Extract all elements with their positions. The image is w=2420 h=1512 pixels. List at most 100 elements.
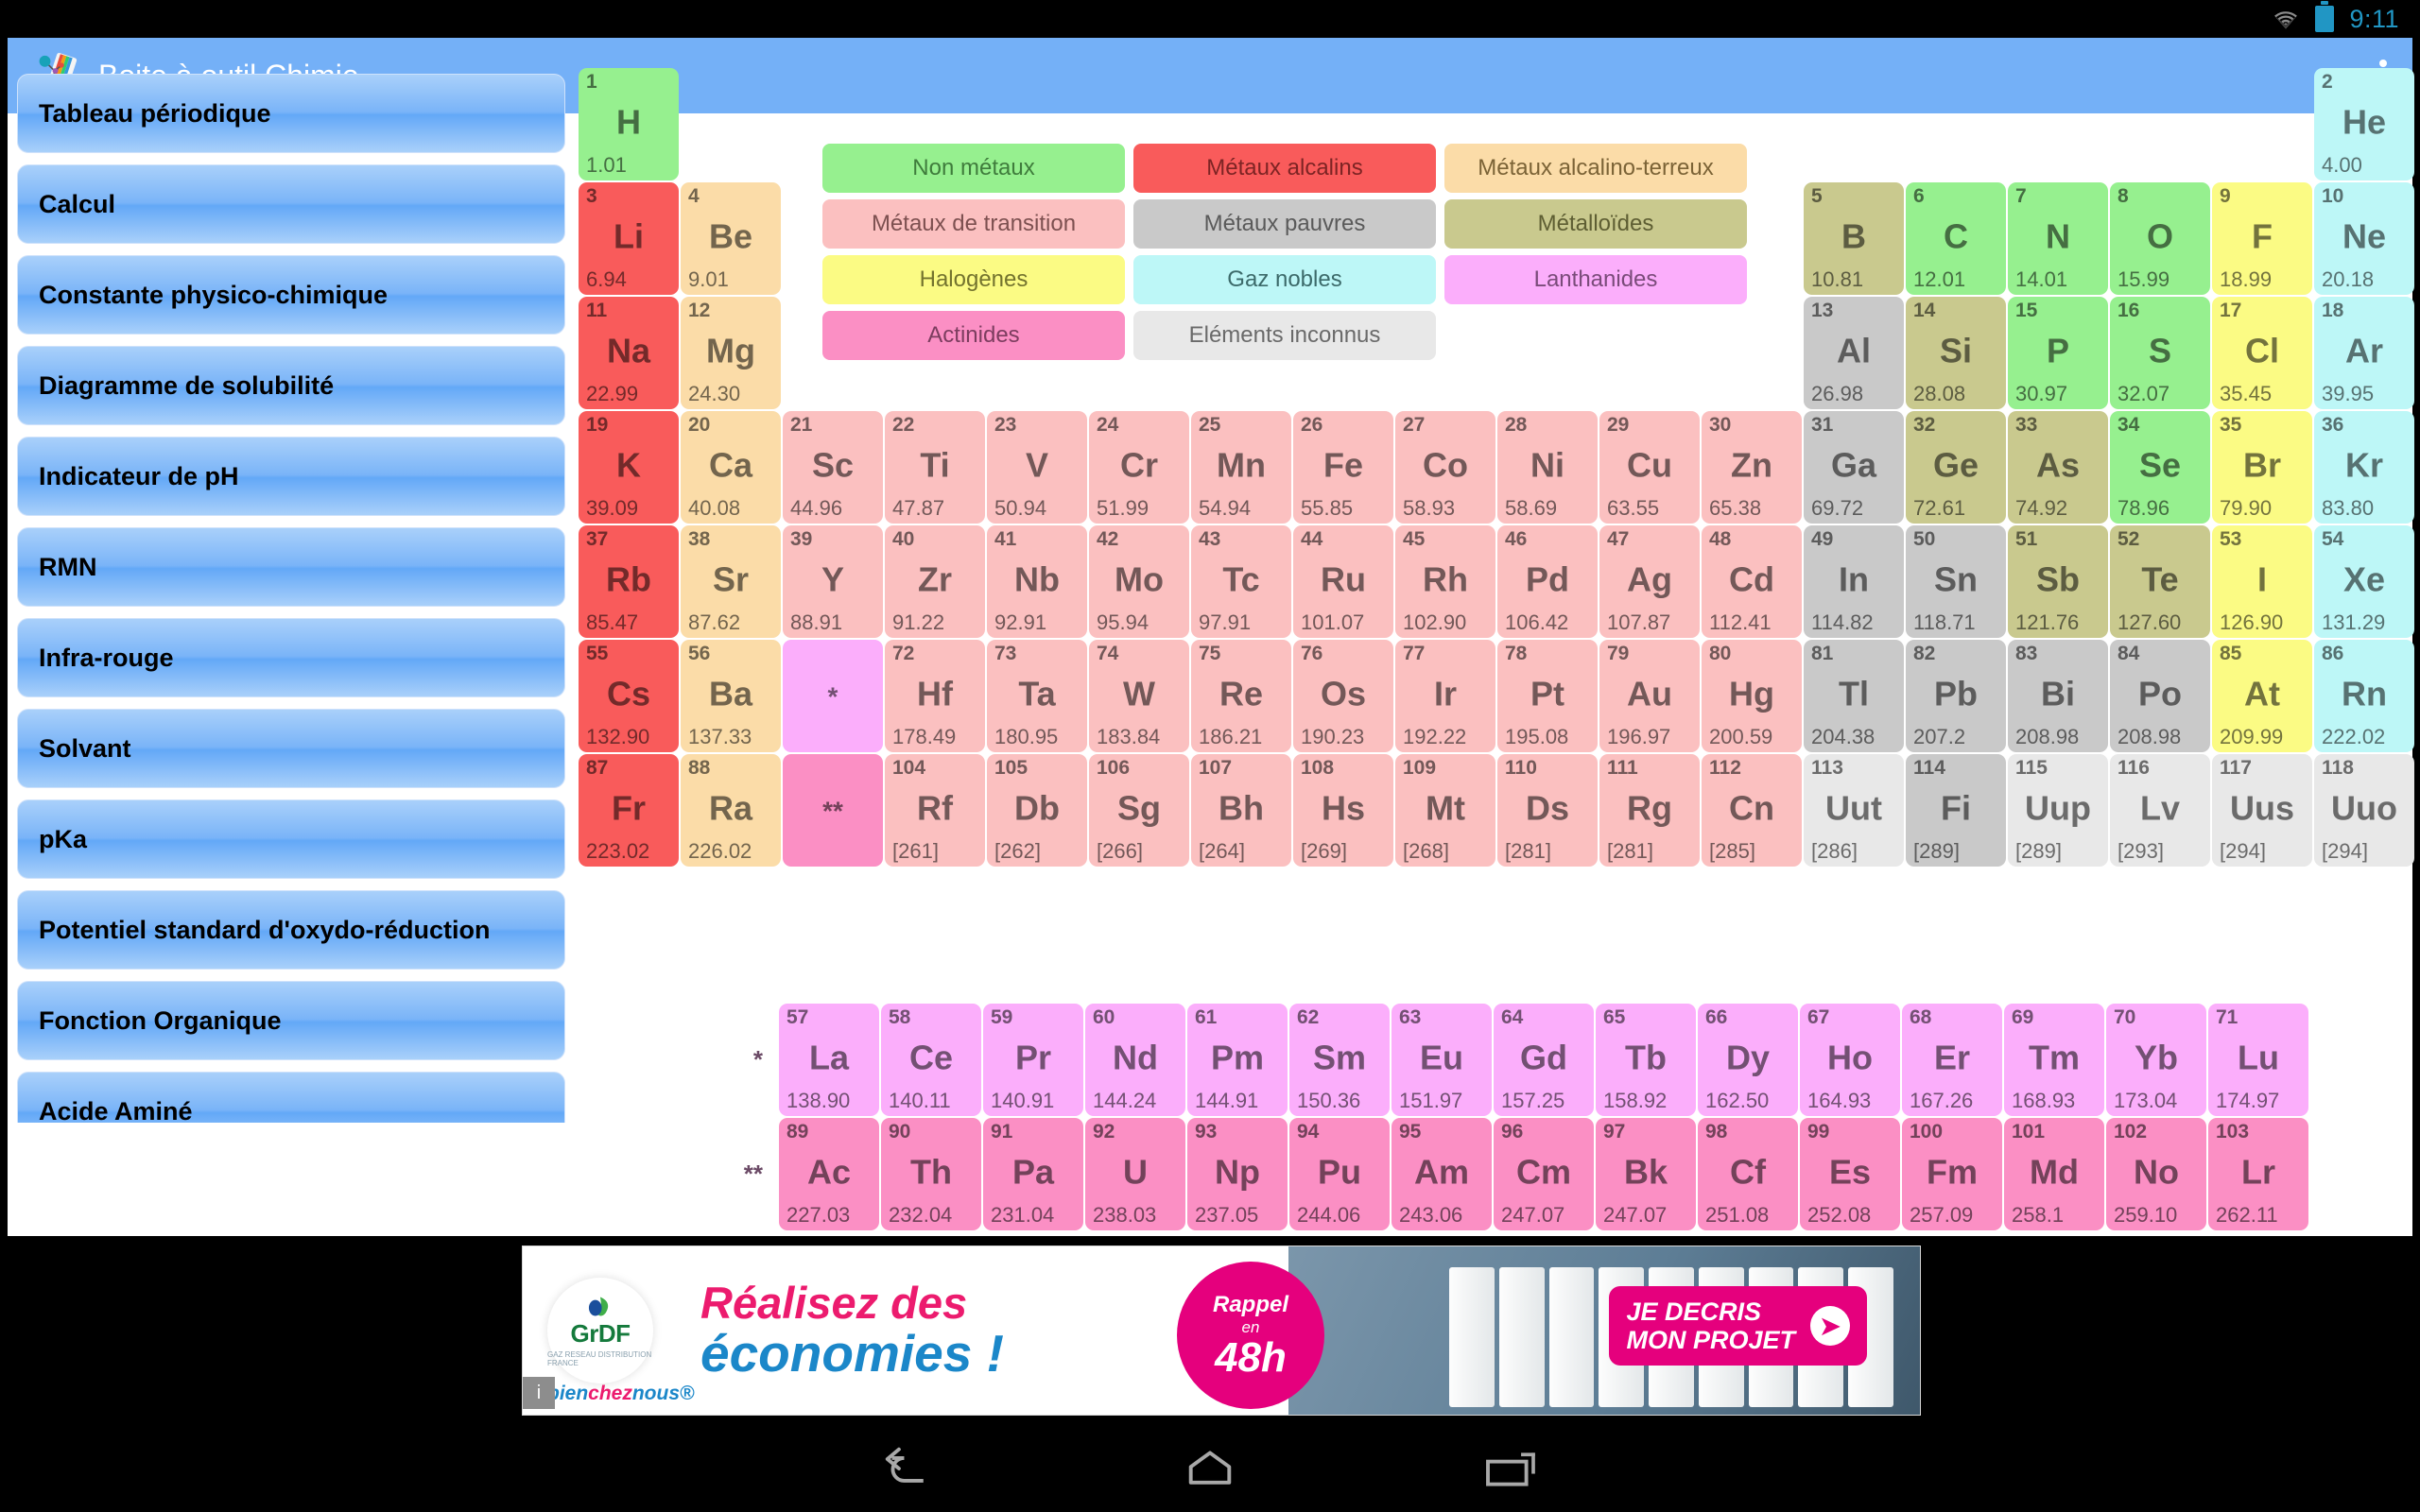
element-cell-Ba[interactable]: 56 Ba 137.33 [681, 640, 781, 752]
element-cell-Kr[interactable]: 36 Kr 83.80 [2314, 411, 2414, 524]
element-cell-Li[interactable]: 3 Li 6.94 [579, 182, 679, 295]
info-icon[interactable]: i [523, 1377, 555, 1409]
element-cell-La[interactable]: 57 La 138.90 [779, 1004, 879, 1116]
element-cell-Tl[interactable]: 81 Tl 204.38 [1804, 640, 1904, 752]
element-cell-Er[interactable]: 68 Er 167.26 [1902, 1004, 2002, 1116]
element-cell-Mg[interactable]: 12 Mg 24.30 [681, 297, 781, 409]
element-cell-Sg[interactable]: 106 Sg [266] [1089, 754, 1189, 867]
element-cell-Pr[interactable]: 59 Pr 140.91 [983, 1004, 1083, 1116]
element-cell-Sr[interactable]: 38 Sr 87.62 [681, 525, 781, 638]
element-cell-O[interactable]: 8 O 15.99 [2110, 182, 2210, 295]
element-cell-Pd[interactable]: 46 Pd 106.42 [1497, 525, 1598, 638]
element-cell-Np[interactable]: 93 Np 237.05 [1187, 1118, 1288, 1230]
element-cell-S[interactable]: 16 S 32.07 [2110, 297, 2210, 409]
element-cell-No[interactable]: 102 No 259.10 [2106, 1118, 2206, 1230]
element-cell-Es[interactable]: 99 Es 252.08 [1800, 1118, 1900, 1230]
element-cell-W[interactable]: 74 W 183.84 [1089, 640, 1189, 752]
element-cell-Yb[interactable]: 70 Yb 173.04 [2106, 1004, 2206, 1116]
element-cell-Sn[interactable]: 50 Sn 118.71 [1906, 525, 2006, 638]
element-cell-Au[interactable]: 79 Au 196.97 [1599, 640, 1700, 752]
element-cell-Lr[interactable]: 103 Lr 262.11 [2208, 1118, 2308, 1230]
element-cell-Fi[interactable]: 114 Fi [289] [1906, 754, 2006, 867]
sidebar-item-7[interactable]: Solvant [17, 709, 565, 788]
element-cell-Uuo[interactable]: 118 Uuo [294] [2314, 754, 2414, 867]
element-cell-Pb[interactable]: 82 Pb 207.2 [1906, 640, 2006, 752]
element-cell-Lu[interactable]: 71 Lu 174.97 [2208, 1004, 2308, 1116]
sidebar-menu[interactable]: Tableau périodique Calcul Constante physic… [8, 74, 575, 1123]
element-cell-Po[interactable]: 84 Po 208.98 [2110, 640, 2210, 752]
element-cell-P[interactable]: 15 P 30.97 [2008, 297, 2108, 409]
element-cell-Y[interactable]: 39 Y 88.91 [783, 525, 883, 638]
element-cell-Hs[interactable]: 108 Hs [269] [1293, 754, 1393, 867]
element-cell-N[interactable]: 7 N 14.01 [2008, 182, 2108, 295]
element-cell-Zn[interactable]: 30 Zn 65.38 [1702, 411, 1802, 524]
element-cell-Hf[interactable]: 72 Hf 178.49 [885, 640, 985, 752]
element-cell-Ac[interactable]: 89 Ac 227.03 [779, 1118, 879, 1230]
sidebar-item-8[interactable]: pKa [17, 799, 565, 879]
element-cell-Ga[interactable]: 31 Ga 69.72 [1804, 411, 1904, 524]
element-cell-Gd[interactable]: 64 Gd 157.25 [1494, 1004, 1594, 1116]
element-cell-Bi[interactable]: 83 Bi 208.98 [2008, 640, 2108, 752]
element-cell-U[interactable]: 92 U 238.03 [1085, 1118, 1185, 1230]
element-cell-Ag[interactable]: 47 Ag 107.87 [1599, 525, 1700, 638]
element-cell-Ru[interactable]: 44 Ru 101.07 [1293, 525, 1393, 638]
android-navigation-bar[interactable] [0, 1425, 2420, 1512]
element-cell-Al[interactable]: 13 Al 26.98 [1804, 297, 1904, 409]
element-cell-Fr[interactable]: 87 Fr 223.02 [579, 754, 679, 867]
element-cell-Ne[interactable]: 10 Ne 20.18 [2314, 182, 2414, 295]
element-cell-Cu[interactable]: 29 Cu 63.55 [1599, 411, 1700, 524]
element-cell-Rn[interactable]: 86 Rn 222.02 [2314, 640, 2414, 752]
sidebar-item-5[interactable]: RMN [17, 527, 565, 607]
sidebar-item-0[interactable]: Tableau périodique [17, 74, 565, 153]
sidebar-item-4[interactable]: Indicateur de pH [17, 437, 565, 516]
element-cell-Ca[interactable]: 20 Ca 40.08 [681, 411, 781, 524]
element-cell-Pa[interactable]: 91 Pa 231.04 [983, 1118, 1083, 1230]
element-cell-Rh[interactable]: 45 Rh 102.90 [1395, 525, 1495, 638]
element-cell-Ce[interactable]: 58 Ce 140.11 [881, 1004, 981, 1116]
element-cell-Xe[interactable]: 54 Xe 131.29 [2314, 525, 2414, 638]
element-cell-Rg[interactable]: 111 Rg [281] [1599, 754, 1700, 867]
sidebar-item-3[interactable]: Diagramme de solubilité [17, 346, 565, 425]
sidebar-item-9[interactable]: Potentiel standard d'oxydo-réduction [17, 890, 565, 970]
sidebar-item-1[interactable]: Calcul [17, 164, 565, 244]
element-cell-Cd[interactable]: 48 Cd 112.41 [1702, 525, 1802, 638]
element-cell-Se[interactable]: 34 Se 78.96 [2110, 411, 2210, 524]
element-cell-Ni[interactable]: 28 Ni 58.69 [1497, 411, 1598, 524]
element-cell-Eu[interactable]: 63 Eu 151.97 [1392, 1004, 1492, 1116]
element-cell-Ge[interactable]: 32 Ge 72.61 [1906, 411, 2006, 524]
element-cell-Ra[interactable]: 88 Ra 226.02 [681, 754, 781, 867]
element-cell-Lv[interactable]: 116 Lv [293] [2110, 754, 2210, 867]
element-cell-Ds[interactable]: 110 Ds [281] [1497, 754, 1598, 867]
element-cell-Si[interactable]: 14 Si 28.08 [1906, 297, 2006, 409]
recent-apps-icon[interactable] [1482, 1446, 1539, 1491]
element-cell-Te[interactable]: 52 Te 127.60 [2110, 525, 2210, 638]
element-cell-Re[interactable]: 75 Re 186.21 [1191, 640, 1291, 752]
element-cell-Pu[interactable]: 94 Pu 244.06 [1289, 1118, 1390, 1230]
element-cell-Mn[interactable]: 25 Mn 54.94 [1191, 411, 1291, 524]
element-cell-Ta[interactable]: 73 Ta 180.95 [987, 640, 1087, 752]
element-cell-Fm[interactable]: 100 Fm 257.09 [1902, 1118, 2002, 1230]
element-cell-Rb[interactable]: 37 Rb 85.47 [579, 525, 679, 638]
element-cell-Zr[interactable]: 40 Zr 91.22 [885, 525, 985, 638]
element-cell-At[interactable]: 85 At 209.99 [2212, 640, 2312, 752]
element-cell-F[interactable]: 9 F 18.99 [2212, 182, 2312, 295]
element-cell-Sc[interactable]: 21 Sc 44.96 [783, 411, 883, 524]
element-cell-Cm[interactable]: 96 Cm 247.07 [1494, 1118, 1594, 1230]
home-icon[interactable] [1182, 1446, 1238, 1491]
element-cell-B[interactable]: 5 B 10.81 [1804, 182, 1904, 295]
element-cell-placeholder[interactable]: ** [783, 754, 883, 867]
sidebar-item-2[interactable]: Constante physico-chimique [17, 255, 565, 335]
element-cell-Th[interactable]: 90 Th 232.04 [881, 1118, 981, 1230]
element-cell-Tb[interactable]: 65 Tb 158.92 [1596, 1004, 1696, 1116]
element-cell-Rf[interactable]: 104 Rf [261] [885, 754, 985, 867]
element-cell-Ar[interactable]: 18 Ar 39.95 [2314, 297, 2414, 409]
element-cell-V[interactable]: 23 V 50.94 [987, 411, 1087, 524]
element-cell-Dy[interactable]: 66 Dy 162.50 [1698, 1004, 1798, 1116]
element-cell-Mo[interactable]: 42 Mo 95.94 [1089, 525, 1189, 638]
element-cell-Fe[interactable]: 26 Fe 55.85 [1293, 411, 1393, 524]
element-cell-Cn[interactable]: 112 Cn [285] [1702, 754, 1802, 867]
element-cell-Uus[interactable]: 117 Uus [294] [2212, 754, 2312, 867]
element-cell-Uut[interactable]: 113 Uut [286] [1804, 754, 1904, 867]
element-cell-Ho[interactable]: 67 Ho 164.93 [1800, 1004, 1900, 1116]
ad-cta-button[interactable]: JE DECRIS MON PROJET ➤ [1609, 1286, 1867, 1366]
